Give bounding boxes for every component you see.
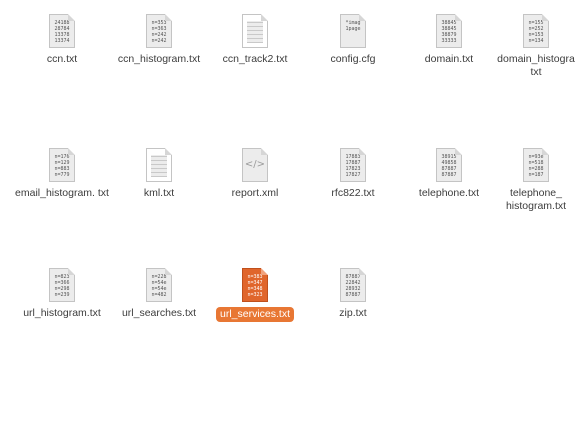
file-email-histogram[interactable]: n=176 n=129 n=883 n=779 email_histogram.…: [12, 148, 112, 200]
file-label: telephone.txt: [418, 187, 480, 199]
text-file-icon: 38915 49858 87887 87887: [436, 148, 462, 182]
text-file-icon: n=383 n=347 n=348 n=323: [242, 268, 268, 302]
file-label: telephone_ histogram.txt: [505, 187, 567, 212]
file-label-selected: url_services.txt: [215, 307, 295, 322]
file-label: ccn_histogram.txt: [117, 53, 201, 65]
code-icon: </>: [244, 159, 266, 170]
file-domain-histogram[interactable]: n=155 n=252 n=153 n=134 domain_histogra …: [497, 14, 575, 79]
file-rfc822[interactable]: 17883 17887 17823 17827 rfc822.txt: [303, 148, 403, 200]
file-config[interactable]: *imag 1page config.cfg: [303, 14, 403, 66]
file-kml[interactable]: kml.txt: [109, 148, 209, 200]
file-label: ccn.txt: [46, 53, 78, 65]
config-file-icon: *imag 1page: [340, 14, 366, 48]
file-label: zip.txt: [339, 307, 367, 319]
file-label: url_histogram.txt: [23, 307, 101, 319]
file-label: ccn_track2.txt: [222, 53, 288, 65]
file-ccn-track2[interactable]: ccn_track2.txt: [205, 14, 305, 66]
text-file-icon: n=353 n=363 n=242 n=242: [146, 14, 172, 48]
xml-file-icon: </>: [242, 148, 268, 182]
file-label: kml.txt: [143, 187, 175, 199]
file-ccn-histogram[interactable]: n=353 n=363 n=242 n=242 ccn_histogram.tx…: [109, 14, 209, 66]
file-ccn[interactable]: 24188 28784 13378 13374 ccn.txt: [12, 14, 112, 66]
file-zip[interactable]: 87887 22842 28932 87887 zip.txt: [303, 268, 403, 320]
file-label: config.cfg: [330, 53, 376, 65]
file-url-searches[interactable]: n=228 n=54e n=54e n=482 url_searches.txt: [109, 268, 209, 320]
file-label: email_histogram. txt: [15, 187, 109, 199]
text-file-icon: 87887 22842 28932 87887: [340, 268, 366, 302]
file-label: report.xml: [231, 187, 279, 199]
text-file-icon: [146, 148, 172, 182]
file-telephone[interactable]: 38915 49858 87887 87887 telephone.txt: [399, 148, 499, 200]
text-file-icon: 24188 28784 13378 13374: [49, 14, 75, 48]
text-file-icon: 17883 17887 17823 17827: [340, 148, 366, 182]
text-file-icon: n=228 n=54e n=54e n=482: [146, 268, 172, 302]
file-url-services-selected[interactable]: n=383 n=347 n=348 n=323 url_services.txt: [205, 268, 305, 322]
text-file-icon: n=823 n=366 n=298 n=239: [49, 268, 75, 302]
text-file-icon: n=155 n=252 n=153 n=134: [523, 14, 549, 48]
file-domain[interactable]: 38845 38845 38879 33333 domain.txt: [399, 14, 499, 66]
file-telephone-histogram[interactable]: n=93e n=518 n=288 n=187 telephone_ histo…: [497, 148, 575, 213]
file-label: domain_histogra txt: [497, 53, 575, 78]
file-grid: 24188 28784 13378 13374 ccn.txt n=353 n=…: [0, 0, 575, 431]
file-label: domain.txt: [424, 53, 474, 65]
text-file-icon: n=93e n=518 n=288 n=187: [523, 148, 549, 182]
file-url-histogram[interactable]: n=823 n=366 n=298 n=239 url_histogram.tx…: [12, 268, 112, 320]
text-file-icon: [242, 14, 268, 48]
file-label: url_searches.txt: [121, 307, 197, 319]
text-file-icon: n=176 n=129 n=883 n=779: [49, 148, 75, 182]
file-label: rfc822.txt: [331, 187, 375, 199]
text-file-icon: 38845 38845 38879 33333: [436, 14, 462, 48]
file-report-xml[interactable]: </> report.xml: [205, 148, 305, 200]
